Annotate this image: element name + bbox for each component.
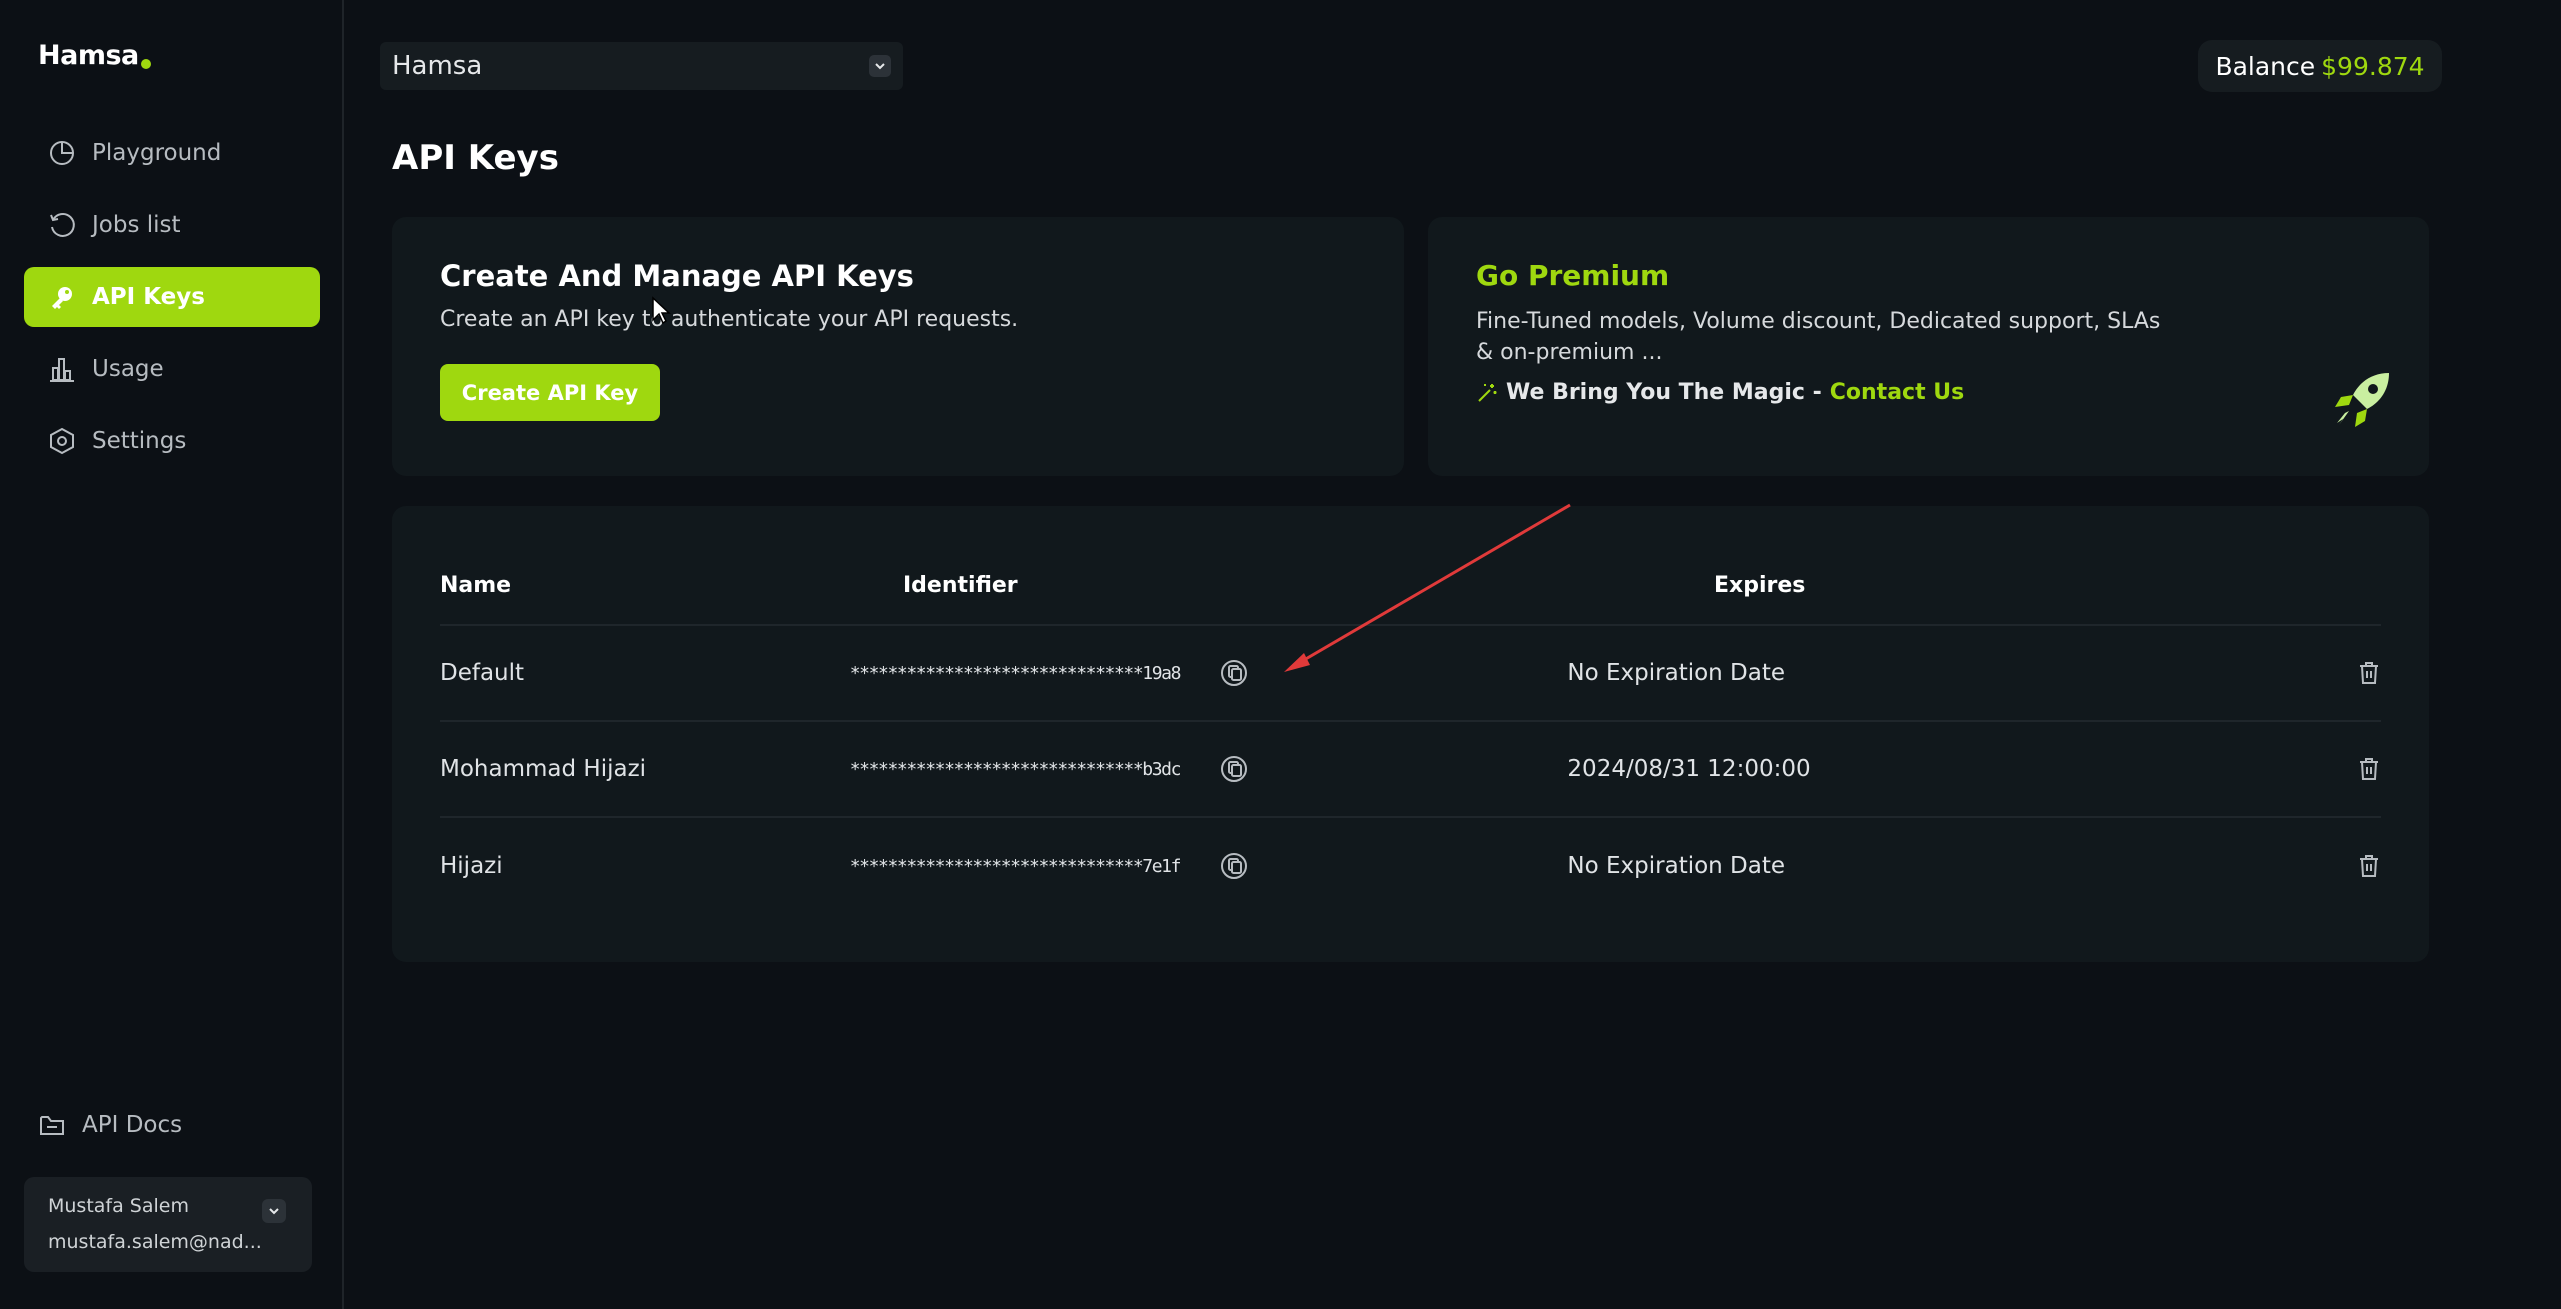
magic-line: We Bring You The Magic - Contact Us [1476,380,2381,405]
key-expires: No Expiration Date [1567,660,1786,686]
history-icon [48,211,76,239]
sidebar-item-jobs-list[interactable]: Jobs list [24,195,320,255]
rocket-icon [2331,367,2395,435]
key-name: Mohammad Hijazi [440,756,647,782]
create-api-key-card: Create And Manage API Keys Create an API… [392,217,1404,476]
logo-dot [140,59,151,69]
create-card-description: Create an API key to authenticate your A… [440,307,1019,332]
trash-icon[interactable] [2357,756,2381,782]
key-name: Default [440,660,525,686]
key-identifier: *******************************7e1f [849,855,1182,877]
key-identifier-cell: *******************************b3dc [850,755,1568,783]
create-api-key-button[interactable]: Create API Key [440,364,660,421]
key-identifier: *******************************19a8 [849,662,1182,684]
trash-icon[interactable] [2357,853,2381,879]
key-identifier-cell: *******************************7e1f [850,852,1568,880]
magic-text: We Bring You The Magic - [1506,380,1822,405]
hexagon-settings-icon [48,427,76,455]
chevron-down-icon [267,1204,281,1218]
api-docs-link[interactable]: API Docs [38,1112,182,1138]
chevron-down-icon [869,55,891,77]
api-keys-table: Name Identifier Expires Default ********… [392,506,2429,962]
premium-card-description: Fine-Tuned models, Volume discount, Dedi… [1476,309,2161,365]
sidebar-item-label: Usage [92,356,164,382]
mouse-cursor-icon [652,296,671,325]
row-actions [2063,853,2381,879]
table-header: Name Identifier Expires [440,506,2381,626]
key-icon [48,283,76,311]
sidebar-item-playground[interactable]: Playground [24,123,320,183]
balance-badge: Balance $99.874 [2198,40,2442,92]
table-row: Default *******************************1… [440,626,2381,722]
row-actions [2063,660,2381,686]
brand-logo[interactable]: Hamsa [38,40,151,71]
user-email: mustafa.salem@nad... [48,1231,262,1253]
key-identifier-cell: *******************************19a8 [850,659,1568,687]
table-row: Mohammad Hijazi ************************… [440,722,2381,818]
sidebar-item-label: Playground [92,140,222,166]
user-menu-toggle[interactable] [262,1199,286,1223]
row-actions [2063,756,2381,782]
sidebar-item-api-keys[interactable]: API Keys [24,267,320,327]
page-title: API Keys [392,138,559,178]
balance-amount: $99.874 [2321,51,2425,81]
sidebar-nav: Playground Jobs list API Keys Usage Sett… [24,123,320,483]
column-header-expires: Expires [1714,572,1806,598]
sidebar-item-label: Jobs list [92,212,181,238]
playground-icon [48,139,76,167]
sidebar: Hamsa Playground Jobs list API Keys Usag… [0,0,344,1309]
create-card-title: Create And Manage API Keys [440,259,914,293]
user-menu[interactable]: Mustafa Salem mustafa.salem@nad... [24,1177,312,1272]
magic-wand-icon [1476,382,1498,404]
user-name: Mustafa Salem [48,1195,189,1217]
key-name: Hijazi [440,853,503,879]
copy-icon[interactable] [1220,852,1248,880]
trash-icon[interactable] [2357,660,2381,686]
brand-name: Hamsa [38,40,139,71]
key-expires: 2024/08/31 12:00:00 [1567,756,1811,782]
copy-icon[interactable] [1220,659,1248,687]
balance-label: Balance [2215,51,2316,81]
sidebar-item-label: Settings [92,428,187,454]
column-header-identifier: Identifier [903,572,1018,598]
key-identifier: *******************************b3dc [849,758,1182,780]
organization-select-value: Hamsa [392,51,483,81]
column-header-name: Name [440,572,512,598]
go-premium-card: Go Premium Fine-Tuned models, Volume dis… [1428,217,2429,476]
sidebar-item-settings[interactable]: Settings [24,411,320,471]
api-docs-label: API Docs [82,1112,183,1138]
key-expires: No Expiration Date [1567,853,1786,879]
sidebar-item-label: API Keys [92,284,205,310]
sidebar-item-usage[interactable]: Usage [24,339,320,399]
table-row: Hijazi *******************************7e… [440,818,2381,914]
premium-card-title: Go Premium [1476,259,1670,292]
contact-us-link[interactable]: Contact Us [1830,380,1964,405]
folder-icon [38,1112,66,1138]
bar-chart-icon [48,355,76,383]
organization-select[interactable]: Hamsa [380,42,903,90]
copy-icon[interactable] [1220,755,1248,783]
